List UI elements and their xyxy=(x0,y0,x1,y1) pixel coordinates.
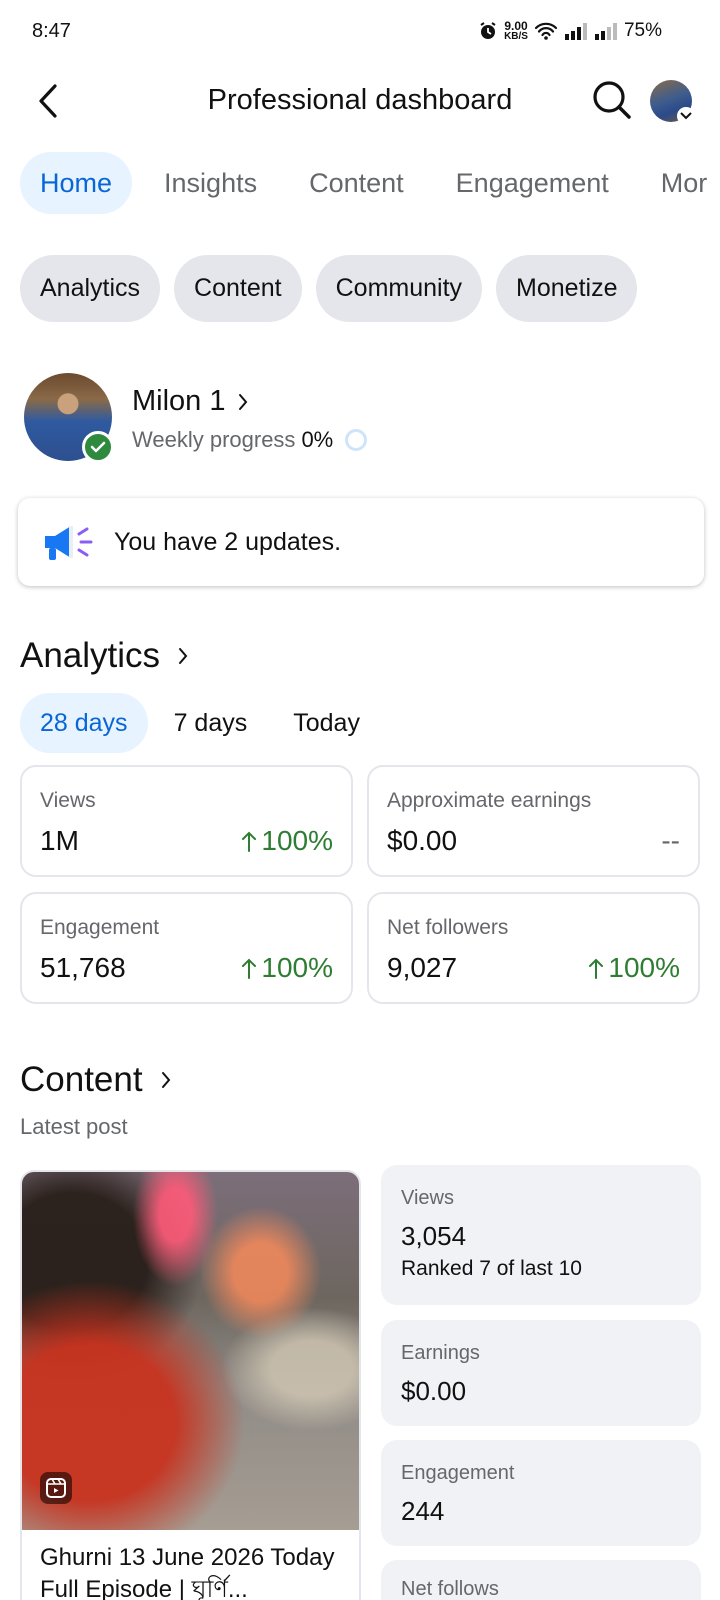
tab-engagement[interactable]: Engagement xyxy=(436,152,629,214)
chip-community[interactable]: Community xyxy=(315,255,483,322)
stat-value: $0.00 xyxy=(401,1376,467,1406)
alarm-icon xyxy=(478,21,498,41)
net-speed: 9.00 KB/S xyxy=(504,20,528,42)
date-range-selector: 28 days 7 days Today xyxy=(20,693,380,753)
analytics-heading[interactable]: Analytics xyxy=(20,636,188,676)
stat-label: Engagement xyxy=(401,1462,515,1484)
analytics-title: Analytics xyxy=(20,636,161,675)
tab-home[interactable]: Home xyxy=(20,152,133,214)
verified-icon xyxy=(82,431,114,463)
top-tabs: Home Insights Content Engagement Mor xyxy=(20,152,720,214)
metric-label: Views xyxy=(40,789,96,812)
post-stat-net-follows[interactable]: Net follows xyxy=(381,1560,701,1600)
signal-icon-2 xyxy=(594,22,618,40)
stat-rank: Ranked 7 of last 10 xyxy=(401,1257,582,1280)
metric-card-engagement[interactable]: Engagement 51,768 100% xyxy=(20,892,353,1004)
latest-post-card[interactable]: Ghurni 13 June 2026 Today Full Episode |… xyxy=(20,1170,361,1600)
status-time: 8:47 xyxy=(32,20,71,42)
reels-icon xyxy=(40,1472,72,1504)
updates-text: You have 2 updates. xyxy=(114,527,342,556)
metric-change: 100% xyxy=(241,952,333,984)
shortcut-chips: Analytics Content Community Monetize xyxy=(20,255,638,322)
chevron-down-icon xyxy=(677,107,695,125)
metric-change-value: 100% xyxy=(261,952,333,983)
range-7-days[interactable]: 7 days xyxy=(154,693,268,753)
arrow-up-icon xyxy=(589,958,604,979)
chip-analytics[interactable]: Analytics xyxy=(20,255,161,322)
stat-label: Net follows xyxy=(401,1578,499,1600)
metric-change: 100% xyxy=(588,952,680,984)
chip-monetize[interactable]: Monetize xyxy=(496,255,638,322)
app-header: Professional dashboard xyxy=(0,70,720,132)
metric-value: 51,768 xyxy=(40,952,126,983)
metric-value: $0.00 xyxy=(387,825,458,856)
stat-value: 3,054 xyxy=(401,1221,467,1251)
updates-card[interactable]: You have 2 updates. xyxy=(18,498,704,586)
battery-level: 75% xyxy=(623,20,662,41)
chevron-right-icon xyxy=(161,1072,170,1088)
post-stat-engagement[interactable]: Engagement 244 xyxy=(381,1440,701,1546)
metric-change: 100% xyxy=(241,825,333,857)
metric-change-value: 100% xyxy=(261,825,333,856)
weekly-progress: Weekly progress 0% xyxy=(132,427,368,453)
range-today[interactable]: Today xyxy=(273,693,380,753)
post-stat-earnings[interactable]: Earnings $0.00 xyxy=(381,1320,701,1426)
progress-ring xyxy=(345,429,368,451)
metric-card-views[interactable]: Views 1M 100% xyxy=(20,765,353,877)
profile-summary[interactable]: Milon 1 Weekly progress 0% xyxy=(24,373,704,465)
metric-change-value: 100% xyxy=(608,952,680,983)
post-title: Ghurni 13 June 2026 Today Full Episode |… xyxy=(40,1544,335,1600)
chevron-right-icon xyxy=(179,648,188,664)
weekly-progress-label: Weekly progress xyxy=(132,427,296,452)
net-speed-unit: KB/S xyxy=(504,31,528,42)
profile-avatar-button[interactable] xyxy=(650,80,695,125)
post-stat-views[interactable]: Views 3,054 Ranked 7 of last 10 xyxy=(381,1165,701,1305)
weekly-progress-value: 0% xyxy=(301,427,334,452)
metric-change-value: -- xyxy=(661,825,680,856)
content-heading[interactable]: Content xyxy=(20,1060,171,1100)
metric-card-net-followers[interactable]: Net followers 9,027 100% xyxy=(367,892,700,1004)
metric-change: -- xyxy=(661,825,680,857)
chip-content[interactable]: Content xyxy=(174,255,302,322)
search-icon xyxy=(593,81,631,119)
status-bar: 8:47 9.00 KB/S 75% xyxy=(0,0,720,62)
post-thumbnail xyxy=(22,1172,359,1530)
megaphone-icon xyxy=(40,518,96,566)
chevron-right-icon xyxy=(238,393,247,410)
tab-insights[interactable]: Insights xyxy=(144,152,277,214)
range-28-days[interactable]: 28 days xyxy=(20,693,148,753)
arrow-up-icon xyxy=(242,958,257,979)
metric-label: Engagement xyxy=(40,916,160,939)
metric-card-earnings[interactable]: Approximate earnings $0.00 -- xyxy=(367,765,700,877)
tab-more[interactable]: Mor xyxy=(641,152,720,214)
search-button[interactable] xyxy=(590,78,634,122)
profile-name: Milon 1 xyxy=(132,385,226,417)
status-icons: 9.00 KB/S 75% xyxy=(478,20,662,42)
content-title: Content xyxy=(20,1060,143,1099)
arrow-up-icon xyxy=(242,831,257,852)
latest-post-label: Latest post xyxy=(20,1114,128,1139)
profile-name-row[interactable]: Milon 1 xyxy=(132,385,248,418)
wifi-icon xyxy=(534,21,558,41)
signal-icon xyxy=(564,22,588,40)
metric-value: 9,027 xyxy=(387,952,458,983)
stat-label: Earnings xyxy=(401,1342,480,1364)
stat-value: 244 xyxy=(401,1496,445,1526)
tab-content[interactable]: Content xyxy=(289,152,424,214)
metric-label: Approximate earnings xyxy=(387,789,592,812)
metric-label: Net followers xyxy=(387,916,509,939)
stat-label: Views xyxy=(401,1187,454,1209)
metric-value: 1M xyxy=(40,825,79,856)
